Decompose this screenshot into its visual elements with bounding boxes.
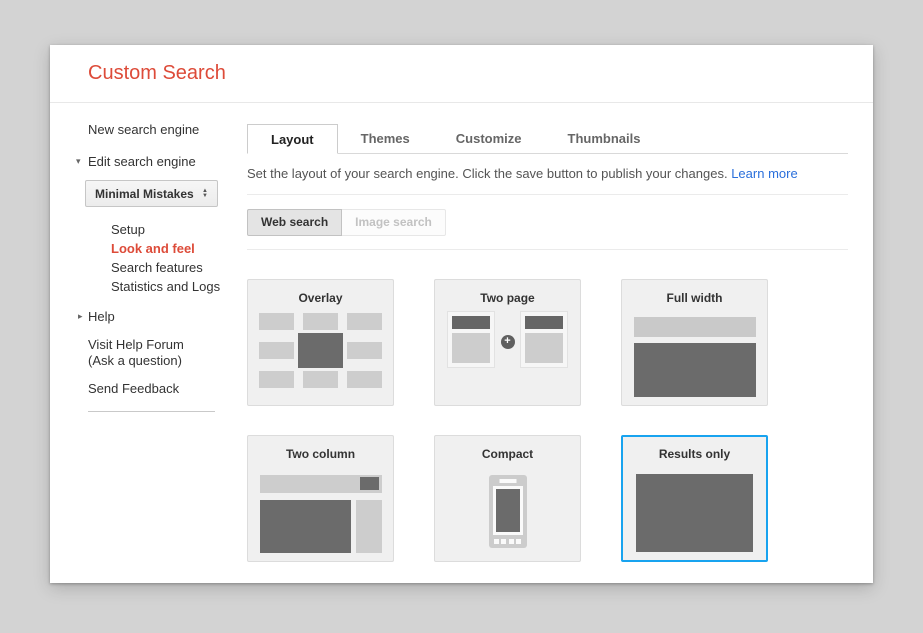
layout-description: Set the layout of your search engine. Cl… (247, 166, 848, 181)
main-content: Layout Themes Customize Thumbnails Set t… (247, 103, 873, 582)
divider (247, 194, 848, 195)
layout-option-results-only[interactable]: Results only (621, 435, 768, 562)
sidebar-item-help[interactable]: ▸ Help (78, 309, 247, 324)
two-column-thumbnail-main (260, 500, 351, 553)
layout-option-overlay[interactable]: Overlay (247, 279, 394, 406)
sidebar-item-visit-help-forum[interactable]: Visit Help Forum (Ask a question) (88, 337, 247, 369)
custom-search-app: Custom Search New search engine ▾ Edit s… (50, 45, 873, 583)
edit-search-engine-label: Edit search engine (88, 154, 196, 169)
full-width-thumbnail-header (634, 317, 756, 337)
layout-option-compact[interactable]: Compact (434, 435, 581, 562)
search-type-toggle: Web search Image search (247, 209, 848, 236)
visit-help-forum-line2: (Ask a question) (88, 353, 247, 369)
tab-thumbnails[interactable]: Thumbnails (545, 124, 664, 153)
sidebar: New search engine ▾ Edit search engine M… (50, 103, 247, 582)
web-search-button[interactable]: Web search (247, 209, 342, 236)
layout-option-title: Overlay (248, 291, 393, 305)
tab-customize[interactable]: Customize (433, 124, 545, 153)
layout-option-two-page[interactable]: Two page + (434, 279, 581, 406)
sidebar-item-edit-search-engine[interactable]: ▾ Edit search engine (76, 154, 247, 169)
learn-more-link[interactable]: Learn more (731, 166, 797, 181)
sidebar-item-new-search-engine[interactable]: New search engine (88, 122, 247, 137)
layout-option-title: Full width (622, 291, 767, 305)
triangle-down-icon: ▾ (76, 155, 88, 168)
engine-select-value: Minimal Mistakes (95, 187, 194, 201)
layout-option-title: Two column (248, 447, 393, 461)
two-column-thumbnail-side (356, 500, 382, 553)
page-title: Custom Search (88, 62, 226, 85)
layout-option-title: Two page (435, 291, 580, 305)
engine-select[interactable]: Minimal Mistakes ▲ ▼ (85, 180, 218, 207)
description-text: Set the layout of your search engine. Cl… (247, 166, 728, 181)
app-header: Custom Search (50, 45, 873, 103)
layout-option-two-column[interactable]: Two column (247, 435, 394, 562)
tab-layout[interactable]: Layout (247, 124, 338, 154)
engine-menu: Setup Look and feel Search features Stat… (111, 220, 247, 296)
layout-option-title: Compact (435, 447, 580, 461)
image-search-button[interactable]: Image search (342, 209, 446, 236)
divider (247, 249, 848, 250)
two-page-thumbnail-right (520, 311, 568, 368)
two-column-thumbnail-header (260, 475, 382, 493)
sidebar-item-send-feedback[interactable]: Send Feedback (88, 381, 247, 396)
select-arrows-icon: ▲ ▼ (202, 189, 208, 199)
sidebar-item-statistics-and-logs[interactable]: Statistics and Logs (111, 277, 247, 296)
layout-option-title: Results only (623, 447, 766, 461)
two-page-thumbnail-left (447, 311, 495, 368)
plus-circle-icon: + (501, 335, 515, 349)
triangle-right-icon: ▸ (78, 310, 88, 323)
full-width-thumbnail-results (634, 343, 756, 397)
sidebar-divider (88, 411, 215, 412)
layout-options-grid: Overlay Two page + (247, 279, 848, 562)
tab-themes[interactable]: Themes (338, 124, 433, 153)
results-only-thumbnail (636, 474, 753, 552)
tab-bar: Layout Themes Customize Thumbnails (247, 124, 848, 154)
help-label: Help (88, 309, 115, 324)
overlay-thumbnail-panel (298, 333, 343, 368)
sidebar-item-setup[interactable]: Setup (111, 220, 247, 239)
sidebar-item-search-features[interactable]: Search features (111, 258, 247, 277)
visit-help-forum-line1: Visit Help Forum (88, 337, 247, 353)
sidebar-item-look-and-feel[interactable]: Look and feel (111, 239, 247, 258)
layout-option-full-width[interactable]: Full width (621, 279, 768, 406)
compact-phone-icon (489, 475, 527, 548)
